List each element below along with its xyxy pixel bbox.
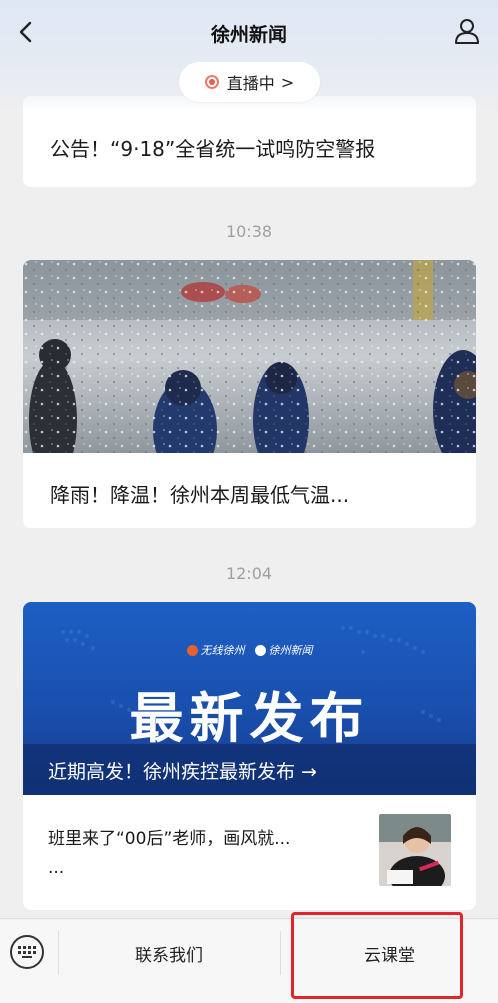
live-label: 直播中 <box>226 74 275 93</box>
news-feed[interactable]: 公告！“9·18”全省统一试鸣防空警报 10:38 降雨！降温！徐州本周最低气温… <box>0 0 498 918</box>
news-card-rain[interactable]: 降雨！降温！徐州本周最低气温... <box>23 260 476 528</box>
keyboard-icon[interactable] <box>10 935 44 969</box>
timestamp: 10:38 <box>225 222 273 241</box>
news-card-title: 公告！“9·18”全省统一试鸣防空警报 <box>50 137 376 161</box>
keyboard-glyph <box>18 946 36 958</box>
banner-headline: 最新发布 <box>129 687 370 750</box>
teacher-thumbnail <box>379 814 451 886</box>
page-title: 徐州新闻 <box>210 24 287 46</box>
news-card-title: 降雨！降温！徐州本周最低气温... <box>50 483 350 507</box>
highlight-box <box>291 912 463 999</box>
user-icon[interactable] <box>452 16 482 46</box>
timestamp: 12:04 <box>225 564 273 583</box>
menu-contact-us[interactable]: 联系我们 <box>58 919 280 987</box>
live-button[interactable]: 直播中 > <box>179 62 320 102</box>
rain-photo <box>23 260 476 453</box>
live-dot-icon <box>204 75 219 89</box>
banner-subtitle: 近期高发！徐州疾控最新发布 → <box>48 761 317 783</box>
logo-xuzhou-news: 徐州新闻 <box>254 642 313 658</box>
chevron-right-icon: > <box>280 72 295 92</box>
top-header: 徐州新闻 直播中 > <box>0 0 498 112</box>
news-card-summary: 班里来了“00后”老师，画风就... ... <box>48 829 291 878</box>
banner-image: 无线徐州 徐州新闻 最新发布 近期高发！徐州疾控最新发布 → <box>23 602 476 795</box>
news-card-disease-control[interactable]: 无线徐州 徐州新闻 最新发布 近期高发！徐州疾控最新发布 → 班里来了“00后”… <box>23 602 476 910</box>
logo-wuxian: 无线徐州 <box>186 642 245 658</box>
